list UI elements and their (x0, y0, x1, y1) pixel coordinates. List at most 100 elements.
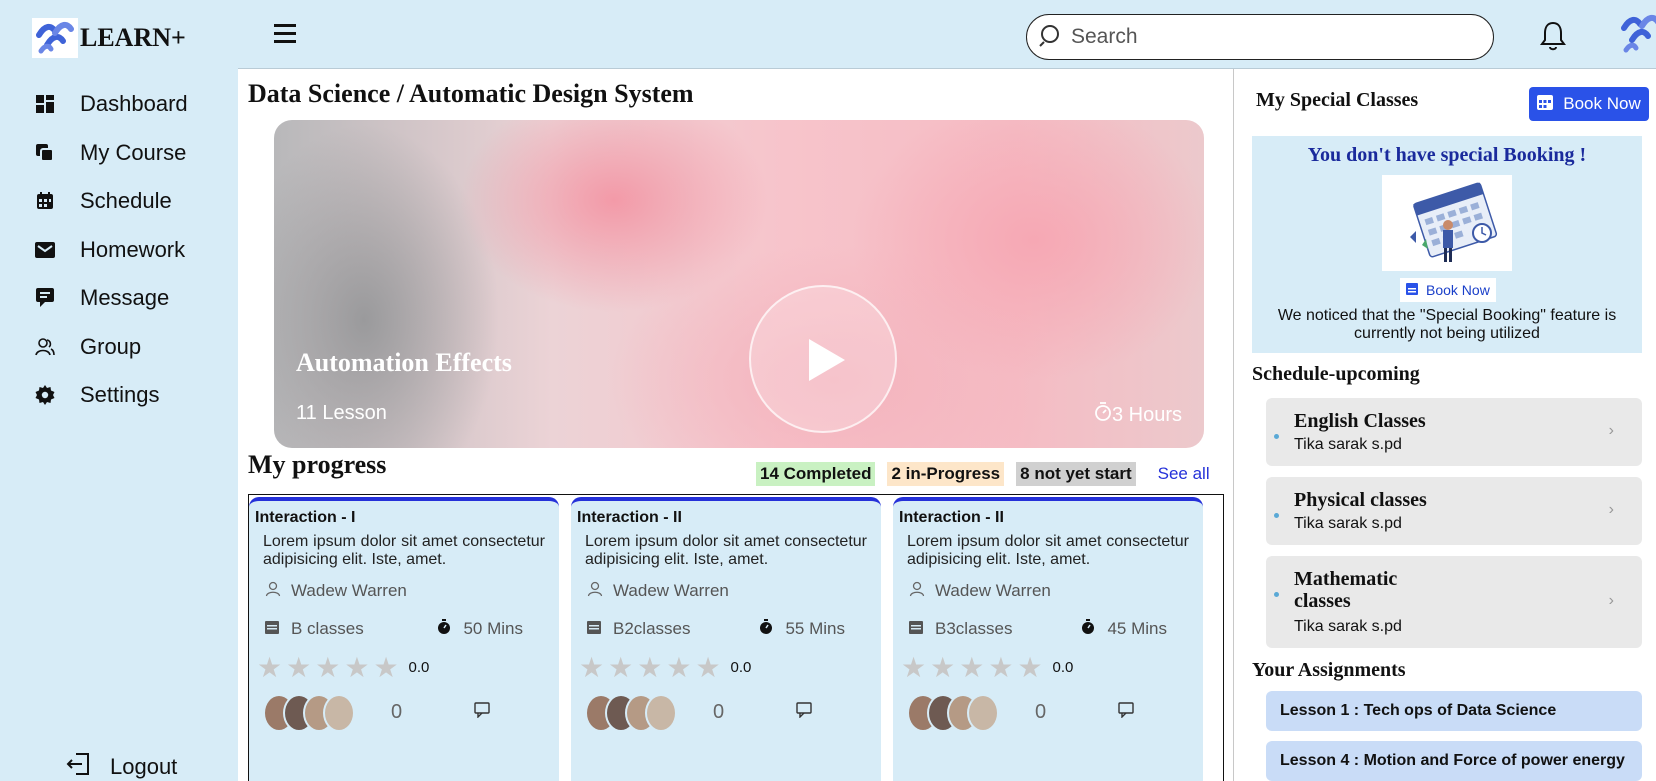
course-cards: Interaction - I Lorem ipsum dolor sit am… (248, 494, 1224, 781)
course-video-banner[interactable]: Automation Effects 11 Lesson 3 Hours (274, 120, 1204, 448)
card-meta: B3classes 45 Mins (909, 618, 1197, 640)
brand[interactable]: LEARN+ (32, 18, 186, 58)
star-icon[interactable]: ★ (988, 653, 1013, 682)
card-class: B2classes (613, 619, 691, 639)
star-icon[interactable]: ★ (930, 653, 955, 682)
schedule-name: Mathematic classes (1294, 568, 1398, 612)
assignment-item[interactable]: Lesson 4 : Motion and Force of power ene… (1266, 741, 1642, 781)
card-author: Wadew Warren (909, 581, 1197, 602)
sidebar-item-dashboard[interactable]: Dashboard (34, 80, 188, 129)
card-footer: 0 (263, 693, 553, 732)
rating: ★ ★ ★ ★ ★ 0.0 (579, 653, 875, 682)
card-meta: B2classes 55 Mins (587, 618, 875, 640)
special-classes-title: My Special Classes (1256, 89, 1419, 111)
hero-lessons: 11 Lesson (296, 402, 387, 424)
star-icon[interactable]: ★ (695, 653, 720, 682)
completed-badge[interactable]: 14 Completed (756, 462, 876, 486)
logout-icon (66, 752, 92, 781)
star-icon[interactable]: ★ (959, 653, 984, 682)
schedule-item[interactable]: English Classes Tika sarak s.pd › (1266, 398, 1642, 466)
author-name: Wadew Warren (935, 581, 1051, 601)
menu-icon[interactable] (274, 24, 296, 46)
card-meta: B classes 50 Mins (265, 618, 553, 640)
schedule-item[interactable]: Mathematic classes Tika sarak s.pd › (1266, 556, 1642, 648)
calendar-icon (34, 190, 56, 212)
search-input[interactable] (1071, 25, 1451, 49)
book-now-button[interactable]: Book Now (1529, 87, 1649, 121)
star-icon[interactable]: ★ (637, 653, 662, 682)
chevron-right-icon: › (1608, 501, 1614, 518)
comment-icon[interactable] (796, 702, 814, 723)
sidebar-item-message[interactable]: Message (34, 274, 188, 323)
participant-count: 0 (713, 701, 725, 724)
stopwatch-icon (1081, 618, 1095, 640)
avatar (967, 693, 999, 732)
rating-value: 0.0 (730, 659, 752, 677)
see-all-link[interactable]: See all (1158, 464, 1210, 484)
star-icon[interactable]: ★ (901, 653, 926, 682)
sidebar-item-schedule[interactable]: Schedule (34, 177, 188, 226)
sidebar-item-my-course[interactable]: My Course (34, 129, 188, 178)
calendar-icon (909, 619, 923, 639)
envelope-icon (34, 239, 56, 261)
course-card[interactable]: Interaction - II Lorem ipsum dolor sit a… (571, 497, 881, 781)
rating: ★ ★ ★ ★ ★ 0.0 (901, 653, 1197, 682)
profile-avatar[interactable] (1620, 14, 1656, 58)
rating: ★ ★ ★ ★ ★ 0.0 (257, 653, 553, 682)
top-bar (238, 0, 1656, 69)
card-footer: 0 (907, 693, 1197, 732)
stopwatch-icon (759, 618, 773, 640)
star-icon[interactable]: ★ (257, 653, 282, 682)
avatar (323, 693, 355, 732)
book-now-link[interactable]: Book Now (1400, 278, 1496, 302)
card-duration: 45 Mins (1081, 618, 1167, 640)
course-card[interactable]: Interaction - II Lorem ipsum dolor sit a… (893, 497, 1203, 781)
grid-icon (34, 93, 56, 115)
logout-button[interactable]: Logout (66, 752, 177, 781)
search-icon[interactable] (1039, 23, 1063, 52)
comment-icon[interactable] (474, 702, 492, 723)
star-icon[interactable]: ★ (579, 653, 604, 682)
play-icon (809, 339, 845, 381)
gear-icon (34, 384, 56, 406)
play-button[interactable] (749, 285, 897, 433)
sidebar-item-group[interactable]: Group (34, 323, 188, 372)
schedule-item[interactable]: Physical classes Tika sarak s.pd › (1266, 477, 1642, 545)
card-description: Lorem ipsum dolor sit amet consectetur a… (263, 533, 545, 568)
not-started-badge[interactable]: 8 not yet start (1016, 462, 1136, 486)
bell-icon[interactable] (1538, 20, 1568, 52)
sidebar-item-homework[interactable]: Homework (34, 226, 188, 275)
duration-text: 50 Mins (463, 619, 523, 639)
star-icon[interactable]: ★ (666, 653, 691, 682)
calendar-icon (265, 619, 279, 639)
sidebar-item-settings[interactable]: Settings (34, 371, 188, 420)
card-description: Lorem ipsum dolor sit amet consectetur a… (907, 533, 1189, 568)
star-icon[interactable]: ★ (344, 653, 369, 682)
star-icon[interactable]: ★ (608, 653, 633, 682)
assignment-item[interactable]: Lesson 1 : Tech ops of Data Science (1266, 691, 1642, 731)
calendar-icon (1406, 282, 1418, 298)
avatar (645, 693, 677, 732)
author-name: Wadew Warren (291, 581, 407, 601)
star-icon[interactable]: ★ (373, 653, 398, 682)
star-icon[interactable]: ★ (1017, 653, 1042, 682)
star-icon[interactable]: ★ (286, 653, 311, 682)
card-description: Lorem ipsum dolor sit amet consectetur a… (585, 533, 867, 568)
rating-value: 0.0 (1052, 659, 1074, 677)
calendar-icon (587, 619, 601, 639)
star-icon[interactable]: ★ (315, 653, 340, 682)
timer-icon (1094, 402, 1112, 428)
rating-value: 0.0 (408, 659, 430, 677)
bullet-icon (1274, 513, 1279, 518)
progress-status: 14 Completed 2 in-Progress 8 not yet sta… (756, 462, 1210, 486)
comment-icon[interactable] (1118, 702, 1136, 723)
sidebar-item-label: Message (80, 285, 170, 311)
card-duration: 50 Mins (437, 618, 523, 640)
sidebar-item-label: My Course (80, 139, 187, 165)
user-icon (587, 581, 603, 602)
group-icon (34, 336, 56, 358)
bullet-icon (1274, 434, 1279, 439)
user-icon (909, 581, 925, 602)
in-progress-badge[interactable]: 2 in-Progress (887, 462, 1005, 486)
course-card[interactable]: Interaction - I Lorem ipsum dolor sit am… (249, 497, 559, 781)
